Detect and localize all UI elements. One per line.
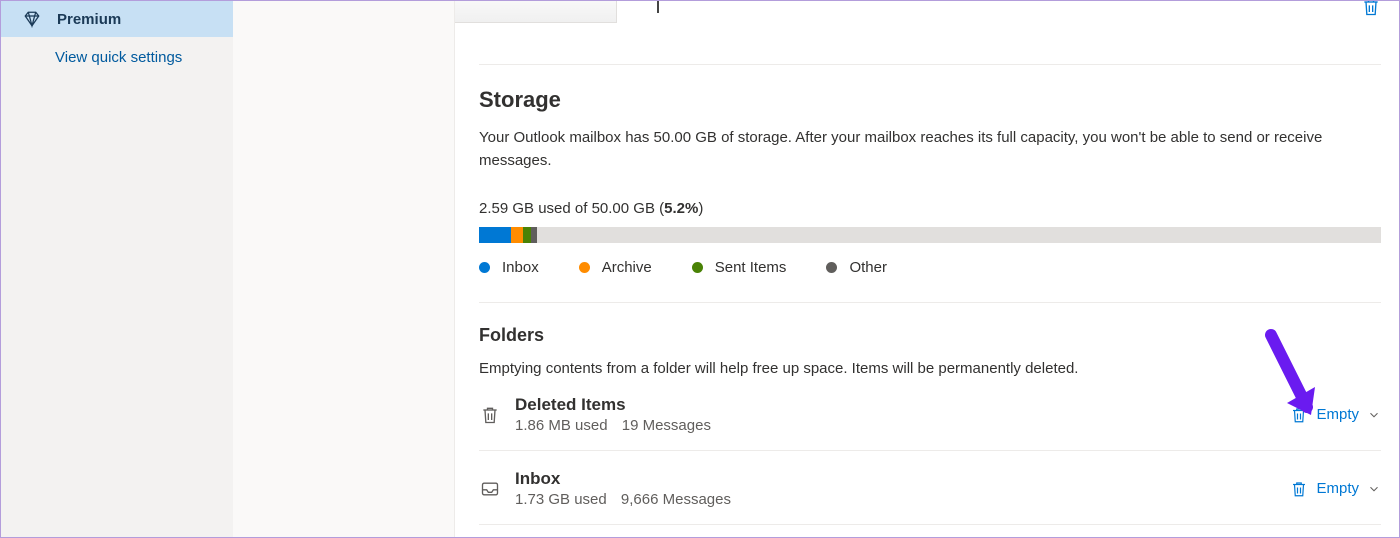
dot-icon xyxy=(579,262,590,273)
secondary-column xyxy=(233,1,455,537)
sidebar-item-label: Premium xyxy=(57,11,121,28)
main-content: Storage Your Outlook mailbox has 50.00 G… xyxy=(455,1,1399,537)
folder-name: Inbox xyxy=(515,469,1290,489)
empty-folder-button[interactable]: Empty xyxy=(1290,480,1381,498)
legend-item-inbox: Inbox xyxy=(479,259,539,276)
folder-used: 1.73 GB used xyxy=(515,491,607,508)
trash-icon xyxy=(1290,406,1308,424)
sidebar-item-label: View quick settings xyxy=(55,49,182,66)
image-placeholder xyxy=(455,1,617,23)
folders-description: Emptying contents from a folder will hel… xyxy=(479,360,1381,377)
legend-item-archive: Archive xyxy=(579,259,652,276)
dot-icon xyxy=(826,262,837,273)
legend-item-other: Other xyxy=(826,259,887,276)
storage-legend: Inbox Archive Sent Items Other xyxy=(479,259,1381,276)
trash-icon xyxy=(479,404,501,426)
legend-label: Inbox xyxy=(502,259,539,276)
trash-icon xyxy=(1290,480,1308,498)
empty-label: Empty xyxy=(1316,480,1359,497)
usage-percent: 5.2% xyxy=(664,200,698,217)
empty-folder-button[interactable]: Empty xyxy=(1290,406,1381,424)
folders-heading: Folders xyxy=(479,325,1381,346)
folder-subtext: 1.86 MB used 19 Messages xyxy=(515,417,1290,434)
dot-icon xyxy=(479,262,490,273)
sidebar-item-premium[interactable]: Premium xyxy=(1,1,233,37)
delete-button[interactable] xyxy=(1361,1,1381,17)
top-area xyxy=(479,1,1381,26)
folder-subtext: 1.73 GB used 9,666 Messages xyxy=(515,491,1290,508)
chevron-down-icon xyxy=(1367,482,1381,496)
legend-label: Sent Items xyxy=(715,259,787,276)
storage-description: Your Outlook mailbox has 50.00 GB of sto… xyxy=(479,127,1381,172)
text-caret xyxy=(657,1,659,13)
folder-messages: 9,666 Messages xyxy=(621,491,731,508)
folder-messages: 19 Messages xyxy=(622,417,711,434)
empty-label: Empty xyxy=(1316,406,1359,423)
inbox-icon xyxy=(479,478,501,500)
legend-label: Archive xyxy=(602,259,652,276)
storage-bar-seg-archive xyxy=(511,227,523,243)
settings-sidebar: Premium View quick settings xyxy=(1,1,233,537)
dot-icon xyxy=(692,262,703,273)
folder-row-deleted-items: Deleted Items 1.86 MB used 19 Messages E… xyxy=(479,377,1381,451)
divider xyxy=(479,64,1381,65)
sidebar-item-quick-settings[interactable]: View quick settings xyxy=(1,37,233,76)
folder-used: 1.86 MB used xyxy=(515,417,608,434)
usage-prefix: 2.59 GB used of 50.00 GB ( xyxy=(479,200,664,217)
folder-row-inbox: Inbox 1.73 GB used 9,666 Messages Empty xyxy=(479,451,1381,525)
storage-bar-seg-sent xyxy=(523,227,531,243)
storage-usage-text: 2.59 GB used of 50.00 GB (5.2%) xyxy=(479,200,1381,217)
chevron-down-icon xyxy=(1367,408,1381,422)
usage-suffix: ) xyxy=(698,200,703,217)
folder-info: Deleted Items 1.86 MB used 19 Messages xyxy=(515,395,1290,434)
legend-item-sent: Sent Items xyxy=(692,259,787,276)
folder-info: Inbox 1.73 GB used 9,666 Messages xyxy=(515,469,1290,508)
storage-bar xyxy=(479,227,1381,243)
divider xyxy=(479,302,1381,303)
storage-bar-seg-other xyxy=(531,227,537,243)
folder-name: Deleted Items xyxy=(515,395,1290,415)
diamond-icon xyxy=(23,10,41,28)
storage-heading: Storage xyxy=(479,87,1381,113)
legend-label: Other xyxy=(849,259,887,276)
storage-bar-seg-inbox xyxy=(479,227,511,243)
